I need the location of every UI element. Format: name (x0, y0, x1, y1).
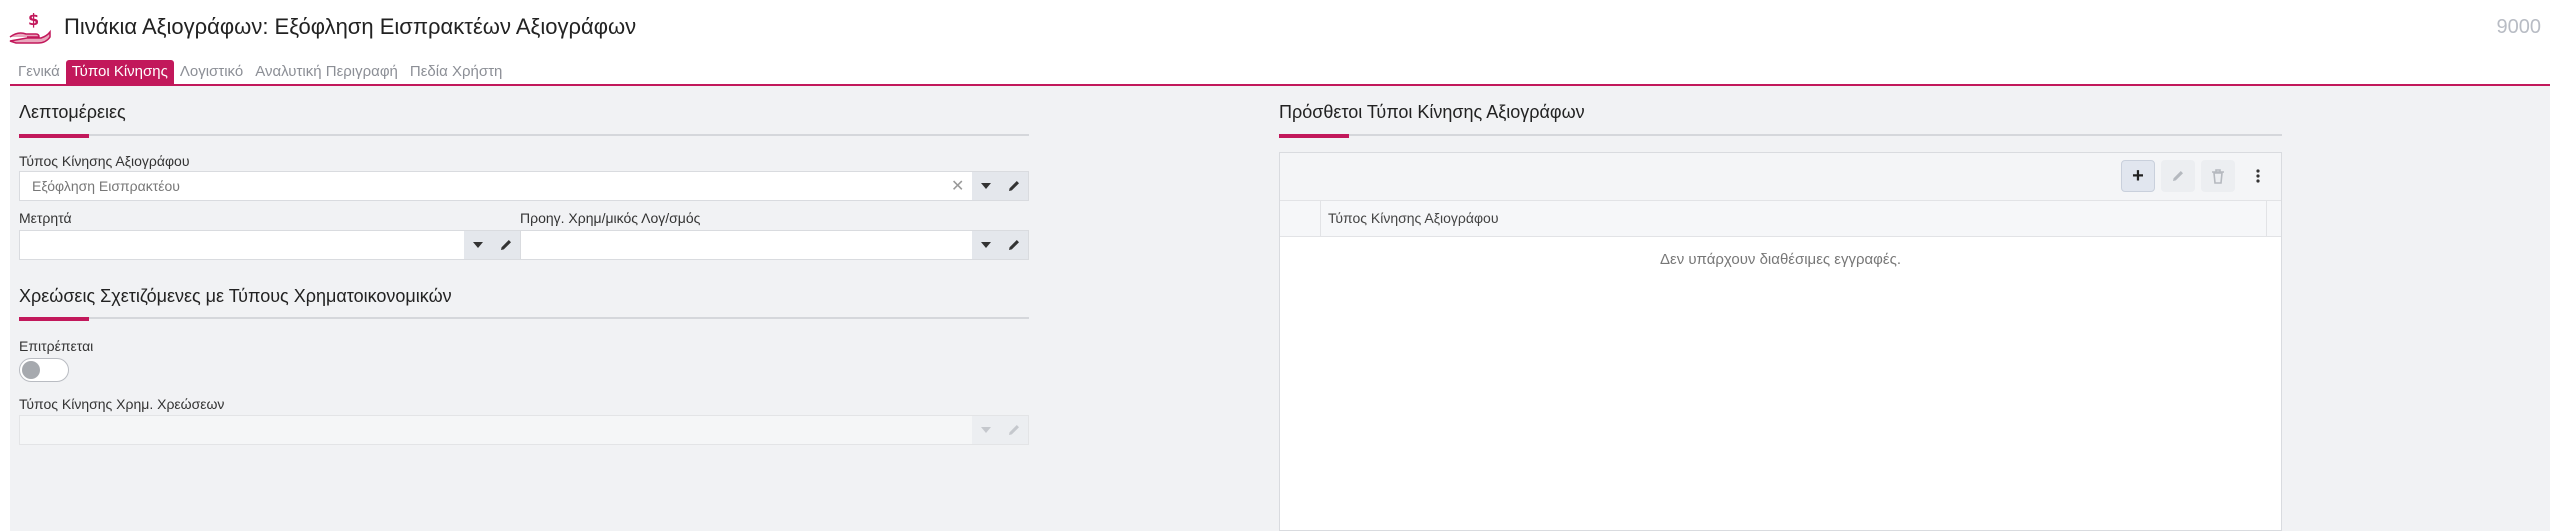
edit-icon[interactable] (1000, 231, 1028, 259)
additional-accent (1279, 134, 1349, 138)
more-vertical-icon (2256, 169, 2260, 183)
charge-type-label: Τύπος Κίνησης Χρημ. Χρεώσεων (19, 396, 225, 412)
toggle-knob (22, 361, 40, 379)
main-content: Λεπτομέρειες Τύπος Κίνησης Αξιογράφου Εξ… (10, 86, 2550, 531)
charges-accent (19, 317, 89, 321)
header: $ Πινάκια Αξιογράφων: Εξόφληση Εισπρακτέ… (0, 0, 2557, 56)
additional-grid: + Τύπος Κίνησης Αξιογράφου Δεν υπάρχουν … (1279, 152, 2282, 531)
tab-general[interactable]: Γενικά (12, 60, 66, 84)
delete-button[interactable] (2201, 160, 2235, 192)
trash-icon (2212, 168, 2224, 184)
grid-header: Τύπος Κίνησης Αξιογράφου (1280, 201, 2281, 237)
edit-icon (2173, 171, 2183, 181)
chevron-down-icon[interactable] (972, 172, 1000, 200)
charge-type-field (19, 415, 1029, 445)
allowed-label: Επιτρέπεται (19, 338, 94, 354)
movement-type-value: Εξόφληση Εισπρακτέου (32, 178, 180, 194)
allowed-toggle[interactable] (19, 358, 69, 382)
movement-type-field[interactable]: Εξόφληση Εισπρακτέου ✕ (19, 171, 1029, 201)
clear-icon[interactable]: ✕ (951, 176, 964, 196)
record-id: 9000 (2496, 16, 2542, 38)
prev-account-label: Προηγ. Χρημ/μικός Λογ/σμός (520, 210, 701, 226)
svg-text:$: $ (28, 10, 39, 29)
chevron-down-icon[interactable] (972, 231, 1000, 259)
tab-bar: Γενικά Τύποι Κίνησης Λογιστικό Αναλυτική… (12, 60, 508, 84)
edit-icon (1000, 416, 1028, 444)
grid-toolbar: + (1280, 153, 2281, 201)
tab-movement-types[interactable]: Τύποι Κίνησης (65, 60, 174, 84)
tab-user-fields[interactable]: Πεδία Χρήστη (404, 60, 508, 84)
additional-divider (1279, 134, 2282, 136)
page-title: Πινάκια Αξιογράφων: Εξόφληση Εισπρακτέων… (64, 14, 637, 39)
add-button[interactable]: + (2121, 160, 2155, 192)
edit-button[interactable] (2161, 160, 2195, 192)
prev-account-field[interactable] (520, 230, 1029, 260)
tab-detailed-description[interactable]: Αναλυτική Περιγραφή (249, 60, 404, 84)
select-column[interactable] (1280, 201, 1321, 237)
chevron-down-icon (972, 416, 1000, 444)
plus-icon: + (2132, 165, 2144, 187)
column-header-movement-type[interactable]: Τύπος Κίνησης Αξιογράφου (1328, 210, 1498, 226)
details-divider (19, 134, 1029, 136)
additional-title: Πρόσθετοι Τύποι Κίνησης Αξιογράφων (1279, 102, 1585, 122)
charges-title: Χρεώσεις Σχετιζόμενες με Τύπους Χρηματοι… (19, 286, 452, 306)
tab-accounting[interactable]: Λογιστικό (174, 60, 249, 84)
chevron-down-icon[interactable] (464, 231, 492, 259)
edit-icon[interactable] (1000, 172, 1028, 200)
hand-money-icon: $ (9, 10, 51, 44)
empty-state-message: Δεν υπάρχουν διαθέσιμες εγγραφές. (1659, 251, 1901, 268)
details-title: Λεπτομέρειες (19, 102, 126, 122)
more-options-button[interactable] (2241, 160, 2275, 192)
counter-label: Μετρητά (19, 210, 72, 226)
details-accent (19, 134, 89, 138)
charges-divider (19, 317, 1029, 319)
column-divider (2266, 201, 2267, 237)
movement-type-label: Τύπος Κίνησης Αξιογράφου (19, 153, 190, 169)
counter-field[interactable] (19, 230, 521, 260)
edit-icon[interactable] (492, 231, 520, 259)
